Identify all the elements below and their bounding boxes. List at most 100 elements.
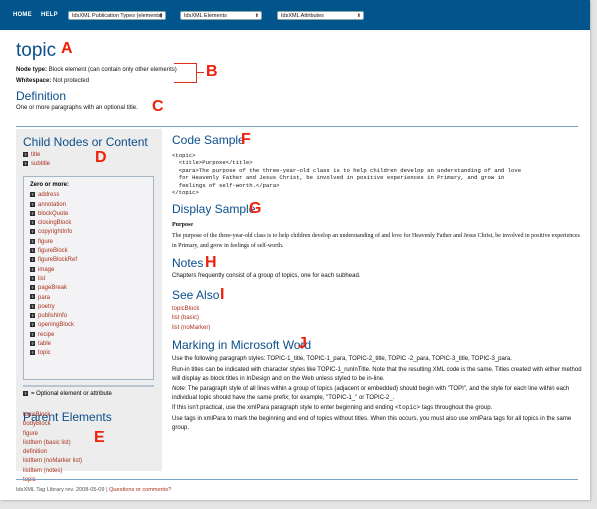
select-arrows-icon: ⬍	[158, 13, 163, 19]
parent-link[interactable]: bodyBlock	[23, 420, 82, 429]
list-item[interactable]: ? table	[30, 340, 153, 349]
list-item[interactable]: ? closingBlock	[30, 219, 153, 228]
optional-icon: ?	[30, 201, 35, 207]
child-link[interactable]: image	[38, 267, 54, 273]
marking-paragraph-3: Note: The paragraph style of all lines w…	[172, 385, 582, 402]
see-also-link[interactable]: topicBlock	[172, 305, 210, 314]
marking-paragraph-1: Use the following paragraph styles: TOPI…	[172, 356, 512, 362]
optional-icon: ?	[30, 350, 35, 356]
page-title: topic	[16, 40, 57, 61]
annotation-marker-c: C	[152, 98, 164, 115]
optional-icon: ?	[30, 285, 35, 291]
select-arrows-icon: ⬍	[356, 13, 361, 19]
publication-types-select[interactable]: IdsXML Publication Types (elements) ⬍	[68, 11, 166, 20]
child-link[interactable]: subtitle	[31, 161, 50, 167]
optional-legend: ? = Optional element or attribute	[23, 390, 112, 399]
select-arrows-icon: ⬍	[254, 13, 259, 19]
child-link[interactable]: para	[38, 295, 50, 301]
list-item[interactable]: ? figureBlockRef	[30, 256, 153, 265]
child-link[interactable]: list	[38, 276, 45, 282]
zero-or-more-list: ? address? annotation? blockQuote? closingBl…	[30, 191, 153, 358]
child-link[interactable]: address	[38, 192, 59, 198]
legend-text: = Optional element or attribute	[31, 391, 112, 397]
child-link[interactable]: annotation	[38, 202, 66, 208]
list-item[interactable]: ? list	[30, 275, 153, 284]
parent-link[interactable]: listItem (basic list)	[23, 439, 82, 448]
child-link[interactable]: pageBreak	[38, 285, 67, 291]
parent-link[interactable]: topic	[23, 476, 82, 485]
optional-icon: ?	[30, 275, 35, 281]
annotation-marker-f: F	[241, 131, 251, 148]
parent-link[interactable]: listItem (noMarker list)	[23, 457, 82, 466]
child-link[interactable]: publishInfo	[38, 313, 67, 319]
annotation-marker-j: J	[298, 335, 307, 352]
parent-link[interactable]: listItem (notes)	[23, 467, 82, 476]
child-link[interactable]: title	[31, 152, 40, 158]
list-item[interactable]: ? publishInfo	[30, 312, 153, 321]
optional-icon: ?	[30, 238, 35, 244]
optional-icon: ?	[30, 192, 35, 198]
list-item[interactable]: ? figureBlock	[30, 247, 153, 256]
child-link[interactable]: closingBlock	[38, 220, 71, 226]
child-link[interactable]: recipe	[38, 332, 54, 338]
list-item[interactable]: ? pageBreak	[30, 284, 153, 293]
list-item[interactable]: ? title	[23, 151, 50, 160]
optional-icon: ?	[30, 331, 35, 337]
see-also-link[interactable]: list (basic)	[172, 314, 210, 323]
list-item[interactable]: ? image	[30, 266, 153, 275]
footer-text: IdsXML Tag Library rev. 2008-05-09 |	[16, 487, 110, 493]
marking-paragraph-4: If this isn't practical, use the xmlPara…	[172, 404, 582, 413]
annotation-marker-g: G	[249, 200, 262, 217]
notes-text: Chapters frequently consist of a group o…	[172, 273, 361, 279]
child-link[interactable]: topic	[38, 350, 51, 356]
optional-icon: ?	[30, 303, 35, 309]
display-sample-title: Purpose	[172, 222, 193, 228]
optional-icon: ?	[23, 390, 28, 396]
list-item[interactable]: ? poetry	[30, 303, 153, 312]
see-also-link[interactable]: list (noMarker)	[172, 324, 210, 333]
list-item[interactable]: ? openingBlock	[30, 321, 153, 330]
section-divider	[16, 126, 578, 127]
help-link[interactable]: HELP	[41, 12, 58, 18]
list-item[interactable]: ? para	[30, 294, 153, 303]
elements-select[interactable]: IdsXML Elements ⬍	[180, 11, 262, 20]
child-link[interactable]: figureBlockRef	[38, 257, 77, 263]
child-link[interactable]: poetry	[38, 304, 55, 310]
home-link[interactable]: HOME	[13, 12, 32, 18]
list-item[interactable]: ? annotation	[30, 201, 153, 210]
optional-icon: ?	[30, 294, 35, 300]
attributes-select[interactable]: IdsXML Attributes ⬍	[277, 11, 364, 20]
list-item[interactable]: ? topic	[30, 349, 153, 358]
definition-heading: Definition	[16, 89, 67, 103]
zero-or-more-box: Zero or more: ? address? annotation? blockQ…	[23, 176, 154, 380]
child-link[interactable]: figure	[38, 239, 53, 245]
optional-icon: ?	[23, 151, 28, 157]
list-item[interactable]: ? subtitle	[23, 160, 50, 169]
list-item[interactable]: ? recipe	[30, 331, 153, 340]
code-sample-heading: Code Sample	[172, 133, 245, 147]
optional-icon: ?	[30, 266, 35, 272]
select-value: IdsXML Attributes	[281, 13, 324, 19]
annotation-bracket	[174, 63, 197, 83]
questions-link[interactable]: Questions or comments?	[109, 487, 171, 493]
display-sample-heading: Display Sample	[172, 202, 256, 216]
child-link[interactable]: openingBlock	[38, 322, 74, 328]
optional-icon: ?	[23, 161, 28, 167]
parent-link[interactable]: figure	[23, 430, 82, 439]
child-link[interactable]: blockQuote	[38, 211, 68, 217]
parent-link[interactable]: definition	[23, 448, 82, 457]
annotation-marker-h: H	[205, 254, 217, 271]
list-item[interactable]: ? blockQuote	[30, 210, 153, 219]
marking-heading: Marking in Microsoft Word	[172, 338, 312, 352]
select-value: IdsXML Elements	[184, 13, 227, 19]
child-link[interactable]: table	[38, 341, 51, 347]
optional-icon: ?	[30, 210, 35, 216]
annotation-marker-b: B	[206, 63, 218, 80]
list-item[interactable]: ? copyrightInfo	[30, 228, 153, 237]
parent-link[interactable]: topicBlock	[23, 411, 82, 420]
child-link[interactable]: copyrightInfo	[38, 229, 72, 235]
optional-icon: ?	[30, 340, 35, 346]
child-link[interactable]: figureBlock	[38, 248, 68, 254]
list-item[interactable]: ? address	[30, 191, 153, 200]
list-item[interactable]: ? figure	[30, 238, 153, 247]
